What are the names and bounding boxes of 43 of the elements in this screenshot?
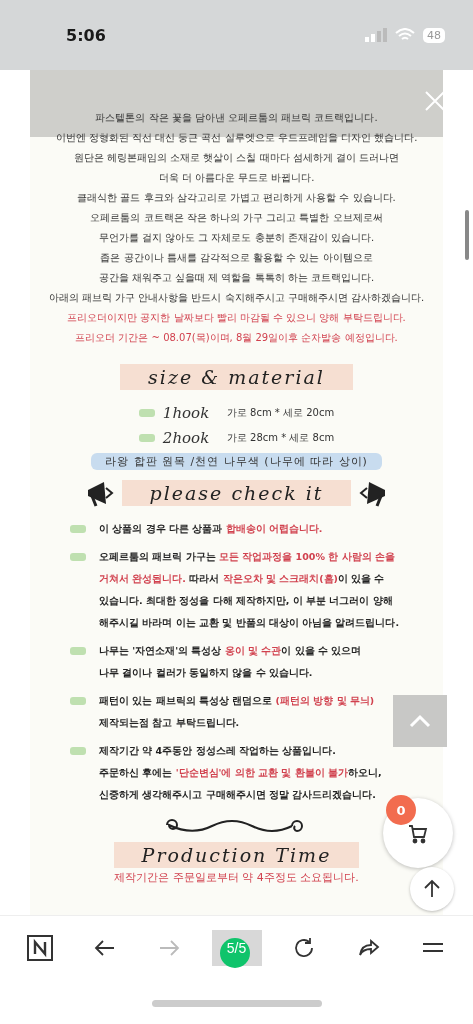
size-name: 2hook — [162, 429, 211, 447]
status-time: 5:06 — [66, 25, 106, 45]
description-line: 무언가를 걸지 않아도 그 자체로도 충분히 존재감이 있습니다. — [98, 231, 375, 245]
tab-count-button[interactable]: 5/5 — [211, 930, 262, 966]
bullet-mark — [70, 647, 86, 655]
bullet-mark — [70, 525, 86, 533]
notice-line: 프리오더 기간은 ~ 08.07(목)이며, 8월 29일이후 순차발송 예정입니다. — [75, 331, 398, 345]
notice-text: 이 상품의 경우 다른 상품과 합배송이 어렵습니다. — [99, 522, 323, 536]
description-line: 공간을 채워주고 싶을때 제 역할을 톡톡히 하는 코트랙입니다. — [98, 271, 375, 285]
scroll-up-button[interactable] — [410, 867, 454, 911]
description-line: 파스텔톤의 작은 꽃을 담아낸 오페르툼의 패브릭 코트랙입니다. — [95, 111, 378, 125]
bullet-mark — [70, 747, 86, 755]
reload-icon — [292, 936, 316, 960]
section-heading: size & material — [120, 364, 353, 390]
bullet-mark — [138, 409, 155, 417]
description-line: 좁은 공간이나 틈새를 감각적으로 활용할 수 있는 아이템으로 — [100, 251, 373, 265]
description-line: 더욱 더 아름다운 무드로 바뀝니다. — [158, 171, 315, 185]
bullet-mark — [138, 434, 155, 442]
notice-text: 오페르툼의 패브릭 가구는 모든 작업과정을 100% 한 사람의 손을 거쳐서 완성됩니다. 따라서 작은오차 및 스크래치(흠)이 있을 수 있습니다. 최대한 정성을 다해 제작하지만, 이 부분 너그러이 양해 해주시길 바라며 이는 교환 및 반품의 대상이 아님을 알려드립니다. — [99, 550, 400, 630]
n-logo-icon — [27, 935, 53, 961]
size-dimensions: 가로 8cm * 세로 20cm — [226, 406, 335, 420]
notice-text: 제작기간 약 4주동안 정성스레 작업하는 상품입니다. 주문하신 후에는 '단순변심'에 의한 교환 및 환불이 불가하오니, 신중하게 생각해주시고 구매해주시면 정말 감사드리겠습니다. — [99, 744, 382, 802]
notice-line: 제작기간은 주문일로부터 약 4주정도 소요됩니다. — [114, 870, 359, 885]
wifi-icon — [395, 28, 415, 42]
notice-line: 프리오더이지만 공지한 날짜보다 빨리 마감될 수 있으니 양해 부탁드립니다. — [67, 311, 406, 325]
description-line: 원단은 헤링본패임의 소재로 햇살이 스칠 때마다 섬세하게 결이 드러나면 — [73, 151, 400, 165]
size-name: 1hook — [162, 404, 211, 422]
size-dimensions: 가로 28cm * 세로 8cm — [226, 431, 335, 445]
description-line: 아래의 패브릭 가구 안내사항을 반드시 숙지해주시고 구매해주시면 감사하겠습니다. — [48, 291, 425, 305]
material-label: 라왕 합판 원목 /천연 나무색 (나무에 따라 상이) — [91, 453, 382, 470]
notice-text: 나무는 '자연소재'의 특성상 옹이 및 수관이 있을 수 있으며 나무 결이나 컬러가 동일하지 않을 수 있습니다. — [99, 644, 362, 680]
signal-icon — [365, 28, 387, 42]
description-line: 오페르툼의 코트랙은 작은 하나의 가구 그리고 특별한 오브제로써 — [90, 211, 383, 225]
description-line: 클래식한 골드 후크와 삼각고리로 가볍고 편리하게 사용할 수 있습니다. — [77, 191, 396, 205]
scrollbar — [465, 210, 469, 260]
section-heading: Production Time — [113, 842, 360, 868]
battery-level: 48 — [423, 27, 445, 43]
notice-text: 패턴이 있는 패브릭의 특성상 랜덤으로 (패턴의 방향 및 무늬) 제작되는점 참고 부탁드립니다. — [99, 694, 375, 730]
section-heading: please check it — [121, 480, 352, 506]
description-line: 이번엔 정형화된 직선 대신 둥근 곡선 실루엣으로 우드프레임을 디자인 했습니다. — [55, 131, 418, 145]
chevron-up-icon — [409, 714, 431, 728]
bullet-mark — [70, 553, 86, 561]
bullet-mark — [70, 697, 86, 705]
